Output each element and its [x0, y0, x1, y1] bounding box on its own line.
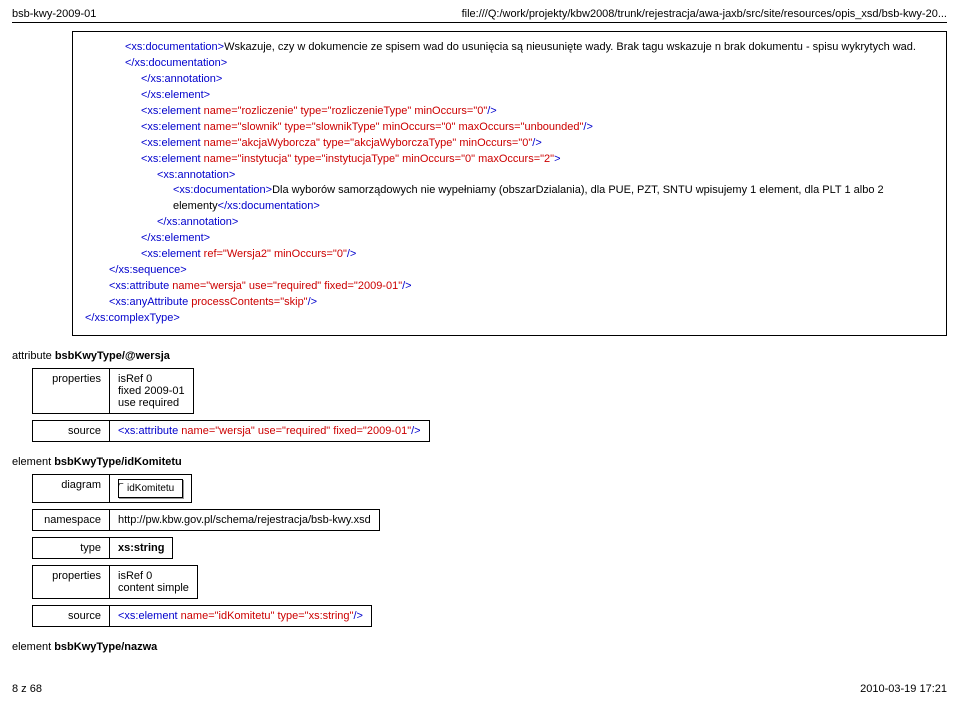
row-label: diagram	[33, 474, 110, 502]
xml-line: <xs:element name="rozliczenie" type="roz…	[85, 104, 934, 120]
element-source-table: source <xs:element name="idKomitetu" typ…	[32, 605, 372, 627]
element-diagram-table: diagram ⌐ idKomitetu	[32, 474, 192, 503]
row-label: namespace	[33, 509, 110, 530]
row-label: source	[33, 420, 110, 441]
xml-line: <xs:documentation>Wskazuje, czy w dokume…	[85, 40, 934, 72]
attribute-source-table: source <xs:attribute name="wersja" use="…	[32, 420, 430, 442]
row-value: ⌐ idKomitetu	[110, 474, 192, 502]
row-label: properties	[33, 565, 110, 598]
doc-path-right: file:///Q:/work/projekty/kbw2008/trunk/r…	[462, 8, 947, 20]
xml-line: </xs:complexType>	[85, 311, 934, 327]
xml-line: </xs:annotation>	[85, 72, 934, 88]
page-header: bsb-kwy-2009-01 file:///Q:/work/projekty…	[12, 8, 947, 23]
row-value: xs:string	[110, 537, 173, 558]
xml-line: </xs:element>	[85, 231, 934, 247]
element-namespace-table: namespace http://pw.kbw.gov.pl/schema/re…	[32, 509, 380, 531]
row-value: <xs:attribute name="wersja" use="require…	[110, 420, 430, 441]
diagram-node-box: ⌐ idKomitetu	[118, 479, 183, 498]
doc-title-left: bsb-kwy-2009-01	[12, 8, 96, 20]
row-label: type	[33, 537, 110, 558]
element-type-table: type xs:string	[32, 537, 173, 559]
row-value: http://pw.kbw.gov.pl/schema/rejestracja/…	[110, 509, 380, 530]
xml-line: <xs:element ref="Wersja2" minOccurs="0"/…	[85, 247, 934, 263]
row-value: isRef 0 content simple	[110, 565, 198, 598]
row-label: source	[33, 605, 110, 626]
xml-line: <xs:documentation>Dla wyborów samorządow…	[85, 183, 934, 215]
xml-line: <xs:element name="akcjaWyborcza" type="a…	[85, 136, 934, 152]
attribute-properties-table: properties isRef 0 fixed 2009-01 use req…	[32, 368, 194, 414]
row-value: <xs:element name="idKomitetu" type="xs:s…	[110, 605, 372, 626]
section-title-attribute: attribute bsbKwyType/@wersja	[12, 350, 947, 362]
row-label: properties	[33, 368, 110, 413]
xml-line: </xs:element>	[85, 88, 934, 104]
xml-line: <xs:element name="slownik" type="slownik…	[85, 120, 934, 136]
element-properties-table: properties isRef 0 content simple	[32, 565, 198, 599]
page-timestamp: 2010-03-19 17:21	[860, 683, 947, 695]
xml-line: <xs:attribute name="wersja" use="require…	[85, 279, 934, 295]
xml-line: <xs:annotation>	[85, 168, 934, 184]
xml-line: </xs:sequence>	[85, 263, 934, 279]
section-title-element-nazwa: element bsbKwyType/nazwa	[12, 641, 947, 653]
row-value: isRef 0 fixed 2009-01 use required	[110, 368, 194, 413]
page-number: 8 z 68	[12, 683, 42, 695]
page-footer: 8 z 68 2010-03-19 17:21	[12, 683, 947, 695]
xml-source-block: <xs:documentation>Wskazuje, czy w dokume…	[72, 31, 947, 336]
xml-line: </xs:annotation>	[85, 215, 934, 231]
xml-line: <xs:anyAttribute processContents="skip"/…	[85, 295, 934, 311]
section-title-element-idkomitetu: element bsbKwyType/idKomitetu	[12, 456, 947, 468]
xml-line: <xs:element name="instytucja" type="inst…	[85, 152, 934, 168]
corner-marker: ⌐	[119, 480, 124, 488]
